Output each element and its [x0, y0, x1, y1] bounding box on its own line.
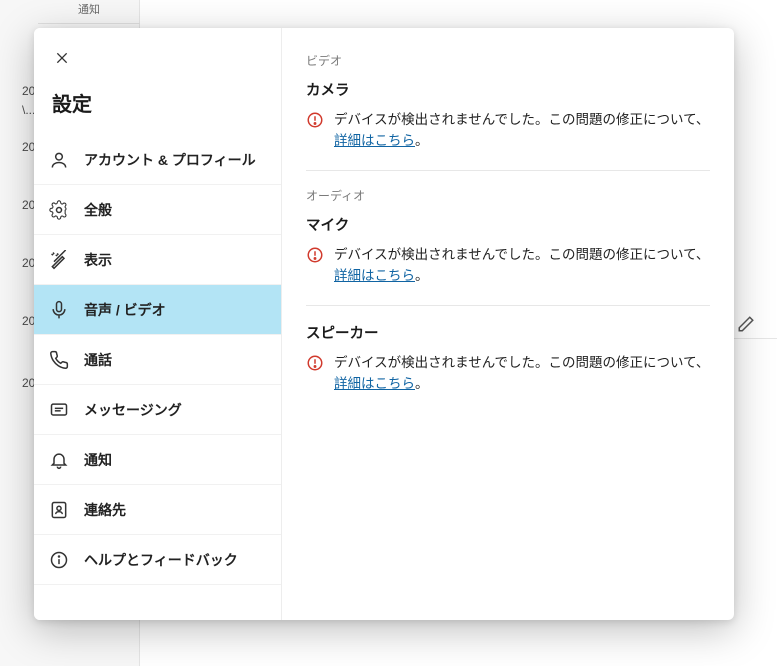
section-audio-label: オーディオ — [306, 187, 710, 204]
settings-nav: アカウント & プロフィール 全般 表示 音声 / ビデオ — [34, 135, 281, 585]
learn-more-link[interactable]: 詳細はこちら — [334, 268, 415, 283]
wand-icon — [48, 249, 70, 271]
mic-icon — [48, 299, 70, 321]
message-icon — [48, 399, 70, 421]
edit-icon[interactable] — [737, 315, 755, 333]
alert-icon — [306, 111, 324, 129]
learn-more-link[interactable]: 詳細はこちら — [334, 133, 415, 148]
mic-status-row: デバイスが検出されませんでした。この問題の修正について、詳細はこちら。 — [306, 245, 710, 306]
nav-account[interactable]: アカウント & プロフィール — [34, 135, 281, 185]
mic-status-text: デバイスが検出されませんでした。この問題の修正について、詳細はこちら。 — [334, 245, 710, 287]
nav-appearance[interactable]: 表示 — [34, 235, 281, 285]
speaker-heading: スピーカー — [306, 322, 710, 343]
settings-modal: 設定 アカウント & プロフィール 全般 表示 — [34, 28, 734, 620]
gear-icon — [48, 199, 70, 221]
camera-status-row: デバイスが検出されませんでした。この問題の修正について、詳細はこちら。 — [306, 110, 710, 171]
close-button[interactable] — [52, 48, 72, 68]
nav-label: 音声 / ビデオ — [84, 300, 166, 320]
nav-contacts[interactable]: 連絡先 — [34, 485, 281, 535]
nav-messaging[interactable]: メッセージング — [34, 385, 281, 435]
nav-label: 全般 — [84, 200, 112, 220]
section-video-label: ビデオ — [306, 52, 710, 69]
nav-label: メッセージング — [84, 400, 182, 420]
nav-notifications[interactable]: 通知 — [34, 435, 281, 485]
phone-icon — [48, 349, 70, 371]
contacts-icon — [48, 499, 70, 521]
nav-label: 通話 — [84, 350, 112, 370]
nav-general[interactable]: 全般 — [34, 185, 281, 235]
nav-label: ヘルプとフィードバック — [84, 550, 238, 570]
speaker-status-row: デバイスが検出されませんでした。この問題の修正について、詳細はこちら。 — [306, 353, 710, 413]
settings-title: 設定 — [52, 88, 263, 117]
alert-icon — [306, 246, 324, 264]
nav-label: 表示 — [84, 250, 112, 270]
settings-sidebar: 設定 アカウント & プロフィール 全般 表示 — [34, 28, 282, 620]
alert-icon — [306, 354, 324, 372]
nav-label: 通知 — [84, 450, 112, 470]
bg-tab-notifications: 通知 — [38, 0, 140, 24]
mic-heading: マイク — [306, 214, 710, 235]
nav-label: アカウント & プロフィール — [84, 150, 256, 170]
nav-help[interactable]: ヘルプとフィードバック — [34, 535, 281, 585]
speaker-status-text: デバイスが検出されませんでした。この問題の修正について、詳細はこちら。 — [334, 353, 710, 395]
camera-heading: カメラ — [306, 79, 710, 100]
nav-audio-video[interactable]: 音声 / ビデオ — [34, 285, 281, 335]
bell-icon — [48, 449, 70, 471]
info-icon — [48, 549, 70, 571]
camera-status-text: デバイスが検出されませんでした。この問題の修正について、詳細はこちら。 — [334, 110, 710, 152]
settings-content: ビデオ カメラ デバイスが検出されませんでした。この問題の修正について、詳細はこ… — [282, 28, 734, 620]
learn-more-link[interactable]: 詳細はこちら — [334, 376, 415, 391]
person-icon — [48, 149, 70, 171]
nav-label: 連絡先 — [84, 500, 126, 520]
nav-calling[interactable]: 通話 — [34, 335, 281, 385]
